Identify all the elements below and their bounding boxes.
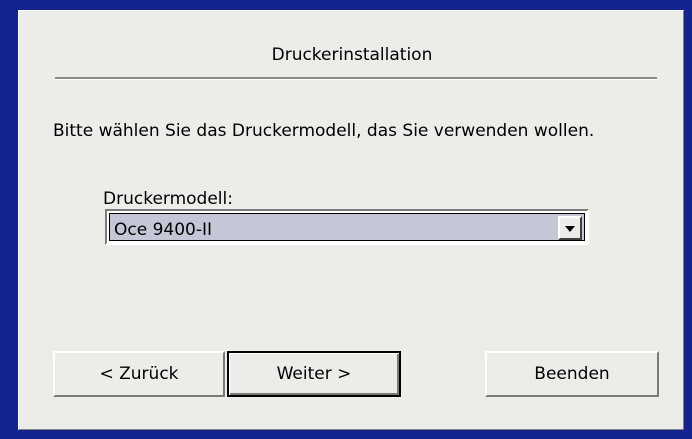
dialog-title: Druckerinstallation bbox=[271, 45, 433, 65]
printer-installation-dialog: Druckerinstallation Bitte wählen Sie das… bbox=[18, 10, 684, 430]
window-frame: Druckerinstallation Bitte wählen Sie das… bbox=[0, 0, 692, 439]
exit-button[interactable]: Beenden bbox=[485, 351, 659, 397]
printer-model-label: Druckermodell: bbox=[103, 189, 233, 209]
printer-model-select-field[interactable]: Oce 9400-II bbox=[109, 213, 585, 241]
title-separator bbox=[55, 77, 657, 80]
instruction-text: Bitte wählen Sie das Druckermodell, das … bbox=[53, 121, 595, 141]
next-button[interactable]: Weiter > bbox=[227, 351, 401, 397]
chevron-down-icon[interactable] bbox=[558, 216, 582, 240]
printer-model-select[interactable]: Oce 9400-II bbox=[105, 209, 589, 245]
back-button[interactable]: < Zurück bbox=[53, 351, 225, 397]
printer-model-selected-value: Oce 9400-II bbox=[114, 220, 213, 240]
